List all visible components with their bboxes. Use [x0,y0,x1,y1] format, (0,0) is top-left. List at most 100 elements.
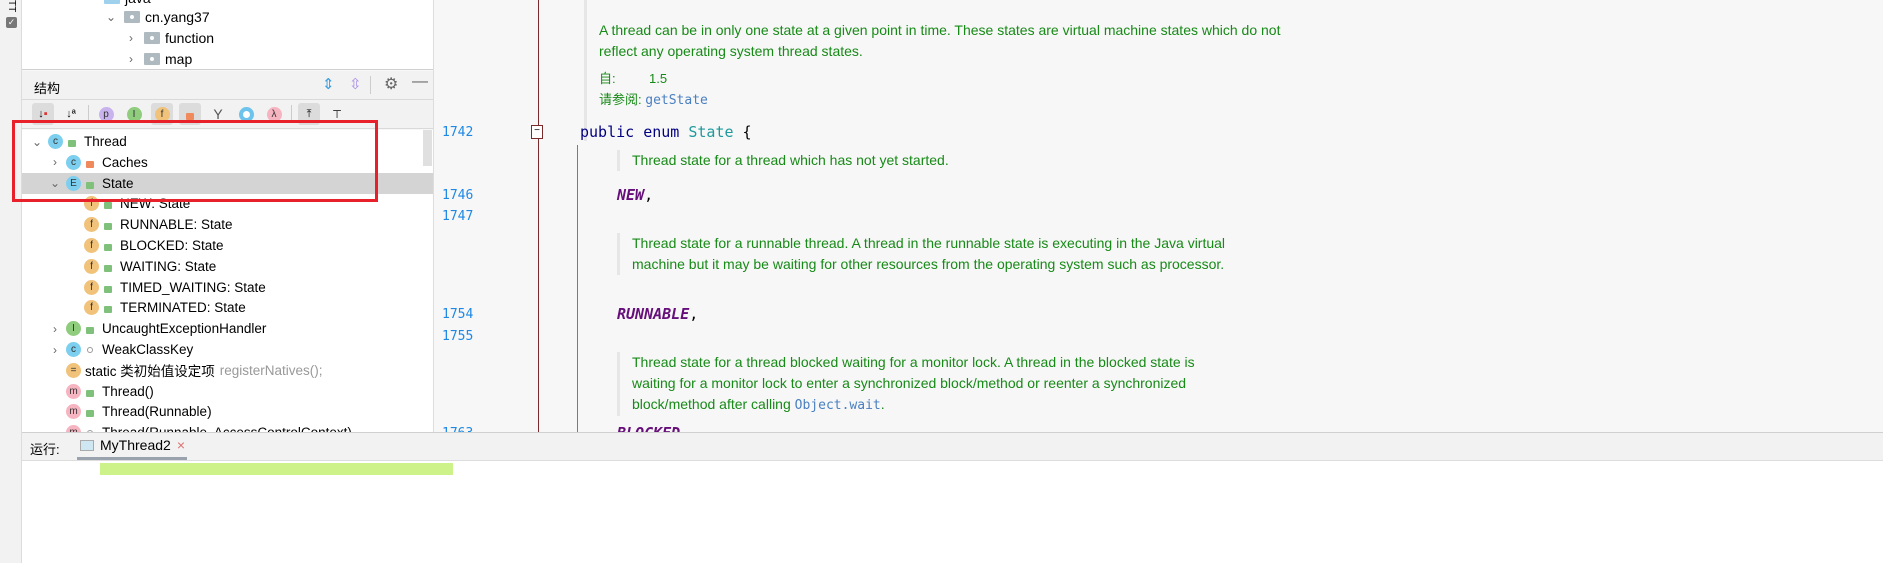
tree-hint: registerNatives(); [219,362,323,378]
tree-row[interactable]: f BLOCKED: State [22,235,433,256]
public-icon [104,244,112,251]
collapse-all-icon[interactable]: ⇳ [349,75,362,93]
tree-row[interactable]: f WAITING: State [22,256,433,277]
field-icon: f [84,258,99,274]
enum-constant-line[interactable]: NEW, [617,186,653,204]
public-icon [104,306,112,314]
run-console [22,460,1883,563]
method-icon: m [66,383,81,399]
tree-label: WeakClassKey [102,342,194,357]
tree-row[interactable]: › c WeakClassKey [22,339,433,360]
tree-item-function[interactable]: › function [124,28,214,48]
chevron-right-icon[interactable]: › [124,52,138,66]
line-number: 1746 [442,188,474,203]
since-value: 1.5 [649,71,668,86]
item-label: cn.yang37 [145,9,210,25]
tree-row[interactable]: m Thread(Runnable) [22,401,433,422]
console-highlight [100,463,453,475]
folder-icon [104,0,120,4]
tree-label: static 类初始值设定项 [85,364,215,380]
tree-label: RUNNABLE: State [120,217,233,233]
expand-all-icon[interactable]: ⇕ [322,75,335,93]
gutter-separator [538,0,539,432]
doc-comment: Thread state for a thread blocked waitin… [617,352,1237,416]
checkbox-icon[interactable]: ✓ [6,17,17,28]
package-icon [124,11,140,23]
public-icon [104,223,112,231]
tree-label: Thread(Runnable) [102,404,212,420]
chevron-down-icon[interactable]: ⌄ [104,10,118,24]
see-link[interactable]: getState [645,93,708,108]
package-private-icon [87,346,93,353]
close-icon[interactable]: × [177,437,185,453]
tree-item-package[interactable]: ⌄ cn.yang37 [104,7,210,27]
chevron-right-icon[interactable]: › [48,343,62,357]
comma: , [689,305,699,323]
public-icon [86,410,94,418]
public-icon [104,285,112,293]
left-tool-strip: TT ✓ [0,0,22,563]
tool-window-label[interactable]: TT [5,0,17,12]
tree-label: TERMINATED: State [120,300,246,316]
tree-label: Thread(Runnable, AccessControlContext) [102,425,352,432]
code-token: { [733,123,752,141]
package-icon [144,32,160,44]
tree-row[interactable]: m Thread() [22,381,433,402]
run-tab[interactable]: MyThread2 × [77,433,187,460]
run-tab-label: MyThread2 [100,437,171,453]
tree-label: BLOCKED: State [120,238,224,253]
doc-comment: Thread state for a thread which has not … [617,150,1237,171]
code-editor[interactable]: A thread can be in only one state at a g… [433,0,1883,442]
enum-constant-line[interactable]: RUNNABLE, [617,305,698,323]
chevron-right-icon[interactable]: › [48,322,62,336]
tree-row[interactable]: f RUNNABLE: State [22,214,433,235]
doc-text: Thread state for a thread which has not … [632,152,949,168]
tree-row[interactable]: f TIMED_WAITING: State [22,277,433,298]
item-label: java [125,0,151,6]
run-bar: 运行: MyThread2 × [22,432,1883,460]
tree-row[interactable]: m Thread(Runnable, AccessControlContext) [22,422,433,432]
console-icon [80,439,94,451]
doc-text: Thread state for a runnable thread. A th… [632,235,1226,272]
divider [370,76,371,94]
doc-code-link[interactable]: Object.wait [795,398,881,413]
public-icon [104,264,112,272]
fold-icon[interactable]: − [531,125,543,139]
structure-header: 结构 ⇕ ⇳ ⚙ — [22,71,433,100]
tree-item-map[interactable]: › map [124,49,192,69]
code-line[interactable]: public enum State { [580,123,752,141]
package-icon [144,53,160,65]
item-label: function [165,30,215,46]
gear-icon[interactable]: ⚙ [384,74,398,94]
code-token: public enum [580,123,689,141]
doc-comment: Thread state for a runnable thread. A th… [617,233,1237,275]
code-token: State [688,123,734,141]
field-icon: f [84,300,99,316]
field-icon: f [84,279,99,295]
see-label: 请参阅: [599,92,642,107]
public-icon [86,389,94,397]
tree-row[interactable]: › I UncaughtExceptionHandler [22,318,433,339]
item-label: map [165,51,193,67]
method-icon: m [66,425,81,432]
tree-row[interactable]: f TERMINATED: State [22,297,433,318]
field-icon: f [84,238,99,253]
doc-text: A thread can be in only one state at a g… [599,22,1281,59]
line-number: 1747 [442,209,474,224]
method-icon: m [66,404,81,420]
public-icon [104,202,112,210]
field-icon: f [84,217,99,233]
line-number: 1755 [442,329,474,344]
scrollbar-thumb[interactable] [423,130,432,166]
enum-constant: NEW [617,186,645,204]
interface-icon: I [66,321,81,337]
tree-label: UncaughtExceptionHandler [102,321,267,337]
tree-row[interactable]: = static 类初始值设定项 registerNatives(); [22,360,433,381]
since-label: 自: [599,71,616,86]
chevron-right-icon[interactable]: › [124,31,138,45]
doc-text: . [880,396,885,412]
tree-label: WAITING: State [120,258,217,274]
public-icon [86,327,94,335]
line-number: 1742 [442,125,474,140]
minimize-icon[interactable]: — [412,73,428,91]
